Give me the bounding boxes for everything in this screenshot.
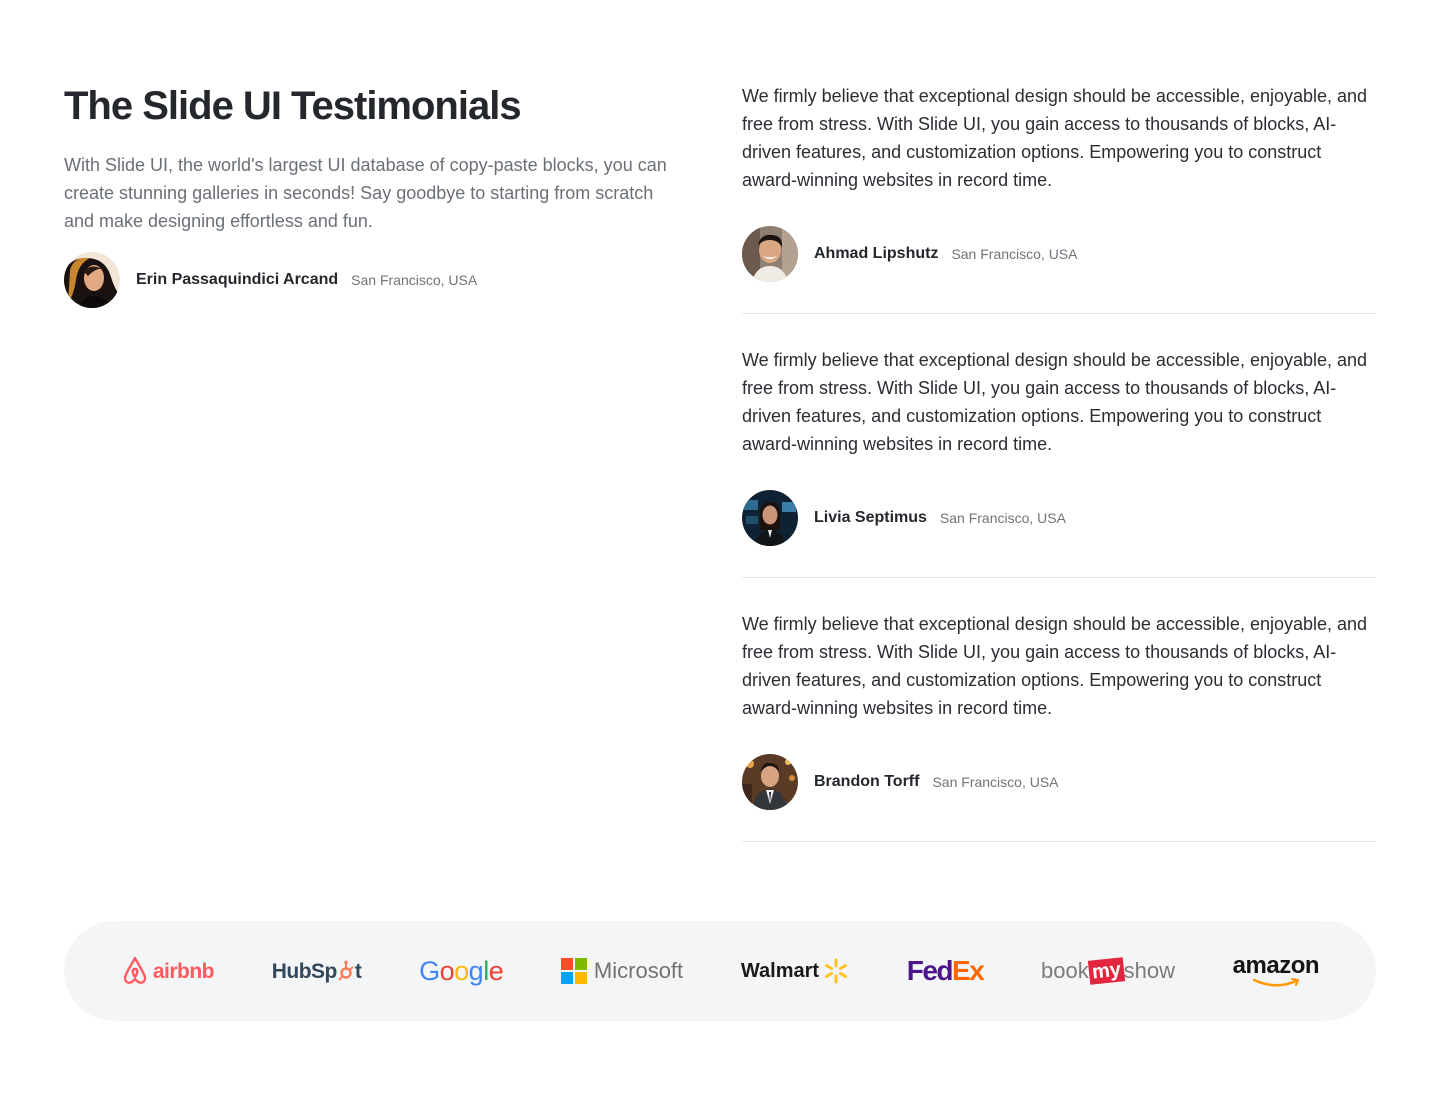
google-letter: g xyxy=(468,955,484,986)
testimonial-author-name: Livia Septimus xyxy=(814,509,927,526)
testimonial-author: Brandon Torff San Francisco, USA xyxy=(742,754,1376,810)
avatar-man-icon xyxy=(742,226,798,282)
airbnb-logo: airbnb xyxy=(121,951,215,991)
page-subtitle: With Slide UI, the world's largest UI da… xyxy=(64,155,667,231)
google-letter: e xyxy=(488,955,504,986)
avatar-woman-icon xyxy=(742,490,798,546)
featured-author-name: Erin Passaquindici Arcand xyxy=(136,271,339,288)
page-title: The Slide UI Testimonials xyxy=(64,84,522,128)
testimonial-author: Ahmad Lipshutz San Francisco, USA xyxy=(742,226,1376,282)
avatar-woman-icon xyxy=(64,252,120,308)
walmart-spark-icon xyxy=(825,958,848,984)
avatar-man-icon xyxy=(742,754,798,810)
testimonial-card: We firmly believe that exceptional desig… xyxy=(742,610,1376,842)
testimonial-author-location: San Francisco, USA xyxy=(932,774,1059,790)
google-letter: o xyxy=(439,955,455,986)
google-logo: G o o g l e xyxy=(419,951,504,991)
amazon-logo: amazon xyxy=(1232,951,1320,991)
airbnb-icon xyxy=(123,956,147,984)
featured-author: Erin Passaquindici Arcand San Francisco,… xyxy=(64,252,684,308)
testimonial-quote: We firmly believe that exceptional desig… xyxy=(742,614,1368,718)
google-letter: G xyxy=(419,955,440,986)
testimonial-author-name: Brandon Torff xyxy=(814,773,920,790)
testimonial-author-location: San Francisco, USA xyxy=(939,510,1066,526)
fedex-wordmark-ex: Ex xyxy=(952,955,985,986)
airbnb-wordmark: airbnb xyxy=(152,959,215,983)
testimonial-quote: We firmly believe that exceptional desig… xyxy=(742,350,1368,454)
client-logos-strip: airbnb HubSp t G o o g l e Microsoft Wal… xyxy=(64,921,1376,1021)
microsoft-logo: Microsoft xyxy=(560,951,684,991)
featured-author-location: San Francisco, USA xyxy=(351,272,478,288)
walmart-wordmark: Walmart xyxy=(740,960,820,982)
hubspot-sprocket-icon xyxy=(338,960,354,981)
testimonial-card: We firmly believe that exceptional desig… xyxy=(742,82,1376,314)
hubspot-wordmark-end: t xyxy=(354,959,362,983)
bookmyshow-wordmark-my: my xyxy=(1087,957,1125,985)
hubspot-logo: HubSp t xyxy=(272,951,362,991)
testimonial-list: We firmly believe that exceptional desig… xyxy=(742,82,1376,874)
testimonial-author-location: San Francisco, USA xyxy=(951,246,1078,262)
testimonials-section: The Slide UI Testimonials With Slide UI,… xyxy=(0,0,1440,1101)
testimonial-card: We firmly believe that exceptional desig… xyxy=(742,346,1376,578)
hubspot-wordmark-start: HubSp xyxy=(271,959,338,983)
fedex-wordmark-fed: Fed xyxy=(906,955,954,986)
fedex-logo: Fed Ex xyxy=(906,951,985,991)
testimonial-author: Livia Septimus San Francisco, USA xyxy=(742,490,1376,546)
walmart-logo: Walmart xyxy=(741,951,849,991)
microsoft-wordmark: Microsoft xyxy=(593,958,684,983)
bookmyshow-wordmark-book: book xyxy=(1040,958,1089,983)
bookmyshow-wordmark-show: show xyxy=(1123,958,1175,983)
google-letter: o xyxy=(454,955,469,986)
bookmyshow-logo: book my show xyxy=(1041,951,1175,991)
amazon-wordmark: amazon xyxy=(1232,952,1320,979)
testimonial-quote: We firmly believe that exceptional desig… xyxy=(742,86,1368,190)
microsoft-squares-icon xyxy=(560,958,587,984)
amazon-smile-icon xyxy=(1252,978,1299,987)
testimonial-author-name: Ahmad Lipshutz xyxy=(814,245,939,262)
intro-column: The Slide UI Testimonials With Slide UI,… xyxy=(64,82,684,308)
